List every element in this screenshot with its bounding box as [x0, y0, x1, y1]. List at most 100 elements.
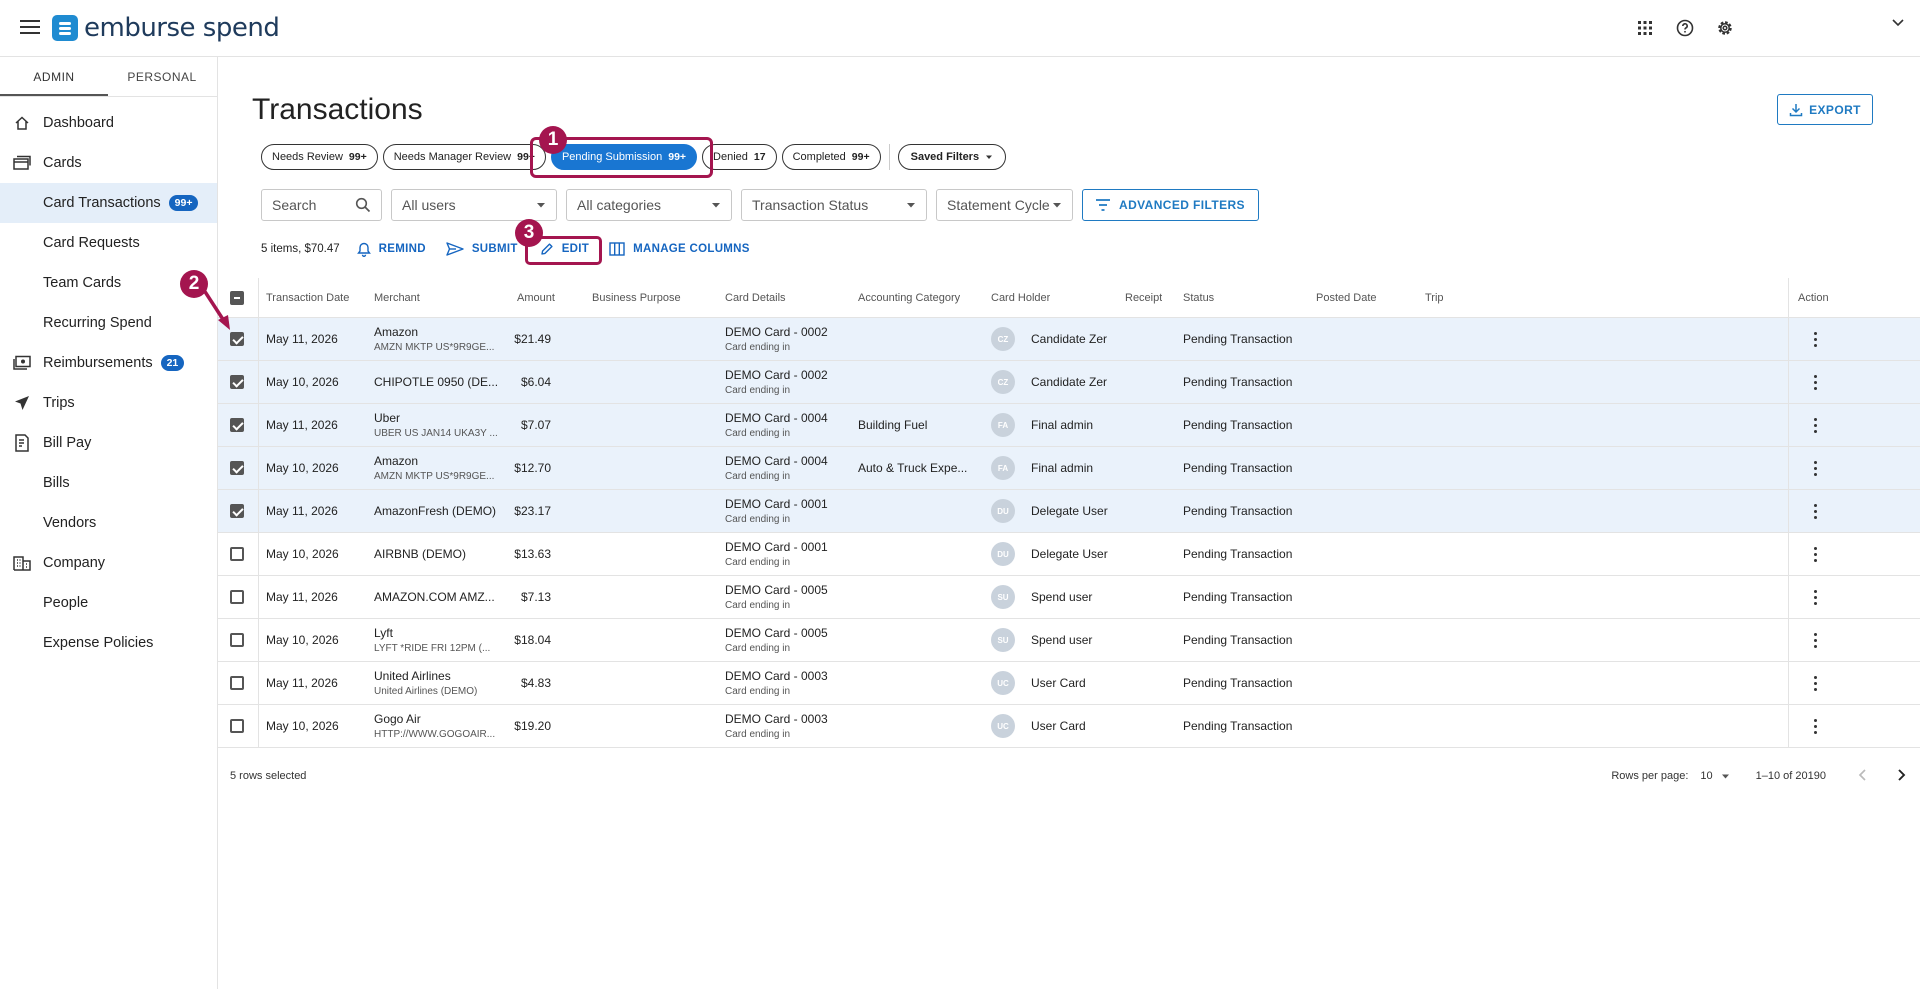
row-checkbox[interactable]	[230, 590, 244, 604]
table-row[interactable]: May 11, 2026 Uber UBER US JAN14 UKA3Y ... $…	[218, 404, 1920, 447]
rows-per-page-select[interactable]: 10	[1700, 770, 1729, 782]
sidebar-item-reimbursements[interactable]: Reimbursements 21	[0, 343, 217, 383]
table-row[interactable]: May 11, 2026 AmazonFresh (DEMO) $23.17 DEMO…	[218, 490, 1920, 533]
sidebar-item-expense-policies[interactable]: Expense Policies	[0, 623, 217, 663]
settings-icon[interactable]	[1714, 17, 1736, 39]
apps-grid-icon[interactable]	[1634, 17, 1656, 39]
more-options-icon[interactable]	[1805, 415, 1825, 435]
edit-button[interactable]: EDIT	[540, 242, 589, 256]
categories-select[interactable]: All categories	[566, 189, 732, 221]
more-options-icon[interactable]	[1805, 501, 1825, 521]
header-card-holder[interactable]: Card Holder	[991, 292, 1050, 304]
search-input[interactable]: Search	[261, 189, 382, 221]
header-receipt[interactable]: Receipt	[1125, 292, 1162, 304]
transaction-status-select[interactable]: Transaction Status	[741, 189, 927, 221]
more-options-icon[interactable]	[1805, 630, 1825, 650]
row-checkbox[interactable]	[230, 332, 244, 346]
export-button[interactable]: EXPORT	[1777, 94, 1873, 125]
card-details-cell-primary: DEMO Card - 0004	[725, 411, 828, 425]
more-options-icon[interactable]	[1805, 458, 1825, 478]
more-options-icon[interactable]	[1805, 372, 1825, 392]
row-checkbox[interactable]	[230, 418, 244, 432]
table-row[interactable]: May 11, 2026 United Airlines United Airlin…	[218, 662, 1920, 705]
advanced-filters-button[interactable]: ADVANCED FILTERS	[1082, 189, 1259, 221]
card-holder-cell: Candidate Zer	[1031, 375, 1108, 389]
sidebar-item-card-requests[interactable]: Card Requests	[0, 223, 217, 263]
row-checkbox[interactable]	[230, 504, 244, 518]
sidebar-item-trips[interactable]: Trips	[0, 383, 217, 423]
table-row[interactable]: May 11, 2026 Amazon AMZN MKTP US*9R9GE... $…	[218, 318, 1920, 361]
amount-cell: $7.13	[520, 590, 551, 604]
card-holder-cell: User Card	[1031, 719, 1086, 733]
submit-button[interactable]: SUBMIT	[446, 242, 518, 256]
sidebar-item-bill-pay[interactable]: Bill Pay	[0, 423, 217, 463]
chip-pending-submission[interactable]: Pending Submission 99+	[550, 144, 698, 170]
card-holder-cell: Spend user	[1031, 590, 1093, 604]
columns-icon	[609, 242, 625, 256]
sidebar-item-team-cards[interactable]: Team Cards	[0, 263, 217, 303]
sidebar-item-bills[interactable]: Bills	[0, 463, 217, 503]
chip-label: Denied	[713, 151, 748, 163]
row-checkbox[interactable]	[230, 375, 244, 389]
header-transaction-date[interactable]: Transaction Date	[266, 292, 349, 304]
help-icon[interactable]	[1674, 17, 1696, 39]
brand-logo[interactable]: emburse spend	[52, 13, 280, 43]
row-checkbox[interactable]	[230, 461, 244, 475]
sidebar-item-label: Card Requests	[43, 235, 140, 251]
card-holder-cell: Candidate Zer	[1031, 332, 1108, 346]
select-all-checkbox[interactable]	[230, 290, 244, 305]
statement-cycle-select[interactable]: Statement Cycle	[936, 189, 1073, 221]
tab-personal[interactable]: PERSONAL	[108, 57, 216, 96]
chip-needs-manager-review[interactable]: Needs Manager Review 99+	[382, 144, 546, 170]
sidebar-item-vendors[interactable]: Vendors	[0, 503, 217, 543]
remind-button[interactable]: REMIND	[356, 242, 426, 257]
row-checkbox[interactable]	[230, 547, 244, 561]
advanced-filters-label: ADVANCED FILTERS	[1119, 198, 1245, 212]
column-divider	[1788, 318, 1789, 360]
table-row[interactable]: May 11, 2026 AMAZON.COM AMZ... $7.13 DEMO C…	[218, 576, 1920, 619]
next-page-icon[interactable]	[1896, 768, 1906, 784]
sidebar-item-people[interactable]: People	[0, 583, 217, 623]
more-options-icon[interactable]	[1805, 716, 1825, 736]
saved-filters-button[interactable]: Saved Filters	[897, 144, 1007, 170]
column-divider	[258, 447, 259, 489]
table-row[interactable]: May 10, 2026 Amazon AMZN MKTP US*9R9GE... $…	[218, 447, 1920, 490]
more-options-icon[interactable]	[1805, 544, 1825, 564]
table-row[interactable]: May 10, 2026 AIRBNB (DEMO) $13.63 DEMO Card…	[218, 533, 1920, 576]
sidebar-item-recurring-spend[interactable]: Recurring Spend	[0, 303, 217, 343]
more-options-icon[interactable]	[1805, 587, 1825, 607]
row-checkbox[interactable]	[230, 633, 244, 647]
manage-columns-button[interactable]: MANAGE COLUMNS	[609, 242, 750, 256]
header-card-details[interactable]: Card Details	[725, 292, 786, 304]
sidebar-item-company[interactable]: Company	[0, 543, 217, 583]
header-merchant[interactable]: Merchant	[374, 292, 420, 304]
header-posted-date[interactable]: Posted Date	[1316, 292, 1377, 304]
more-options-icon[interactable]	[1805, 329, 1825, 349]
header-amount[interactable]: Amount	[517, 292, 555, 304]
chevron-down-icon[interactable]	[1890, 14, 1906, 30]
header-accounting-category[interactable]: Accounting Category	[858, 292, 960, 304]
sidebar-item-cards[interactable]: Cards	[0, 143, 217, 183]
chip-denied[interactable]: Denied 17	[702, 144, 777, 170]
chip-completed[interactable]: Completed 99+	[781, 144, 881, 170]
header-business-purpose[interactable]: Business Purpose	[592, 292, 681, 304]
header-trip[interactable]: Trip	[1425, 292, 1444, 304]
column-divider	[1788, 361, 1789, 403]
chip-needs-review[interactable]: Needs Review 99+	[261, 144, 378, 170]
more-options-icon[interactable]	[1805, 673, 1825, 693]
card-details-cell-primary: DEMO Card - 0003	[725, 669, 828, 683]
table-row[interactable]: May 10, 2026 CHIPOTLE 0950 (DE... $6.04 DEM…	[218, 361, 1920, 404]
menu-icon[interactable]	[20, 17, 40, 37]
header-status[interactable]: Status	[1183, 292, 1214, 304]
prev-page-icon[interactable]	[1858, 768, 1868, 784]
row-checkbox[interactable]	[230, 719, 244, 733]
tab-admin[interactable]: ADMIN	[0, 57, 108, 96]
users-select[interactable]: All users	[391, 189, 557, 221]
row-checkbox[interactable]	[230, 676, 244, 690]
sidebar-item-dashboard[interactable]: Dashboard	[0, 103, 217, 143]
status-cell: Pending Transaction	[1183, 633, 1293, 647]
caret-down-icon	[986, 155, 993, 159]
table-row[interactable]: May 10, 2026 Gogo Air HTTP://WWW.GOGOAIR..…	[218, 705, 1920, 748]
sidebar-item-card-transactions[interactable]: Card Transactions 99+	[0, 183, 217, 223]
table-row[interactable]: May 10, 2026 Lyft LYFT *RIDE FRI 12PM (...…	[218, 619, 1920, 662]
